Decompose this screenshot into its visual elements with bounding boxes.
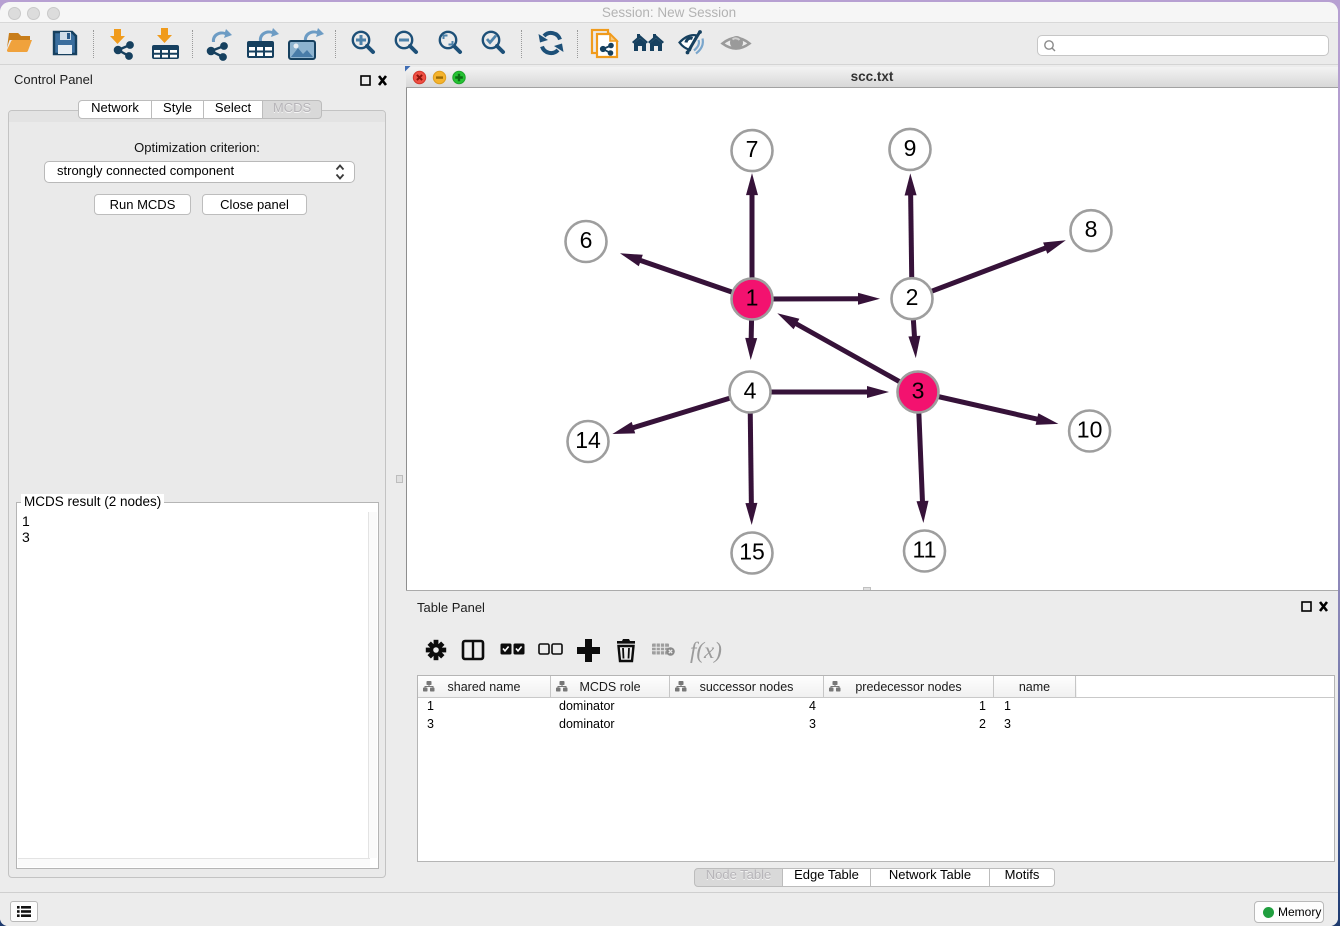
svg-text:14: 14 [575, 427, 601, 453]
svg-text:7: 7 [746, 136, 759, 162]
svg-text:9: 9 [904, 135, 917, 161]
svg-text:4: 4 [744, 378, 757, 404]
svg-text:15: 15 [739, 539, 765, 565]
svg-text:6: 6 [580, 227, 593, 253]
svg-text:3: 3 [912, 378, 925, 404]
svg-text:11: 11 [913, 537, 937, 563]
svg-text:1: 1 [746, 285, 759, 311]
svg-text:8: 8 [1085, 216, 1098, 242]
svg-text:10: 10 [1077, 417, 1103, 443]
svg-text:f(x): f(x) [690, 638, 722, 663]
svg-text:2: 2 [906, 284, 919, 310]
